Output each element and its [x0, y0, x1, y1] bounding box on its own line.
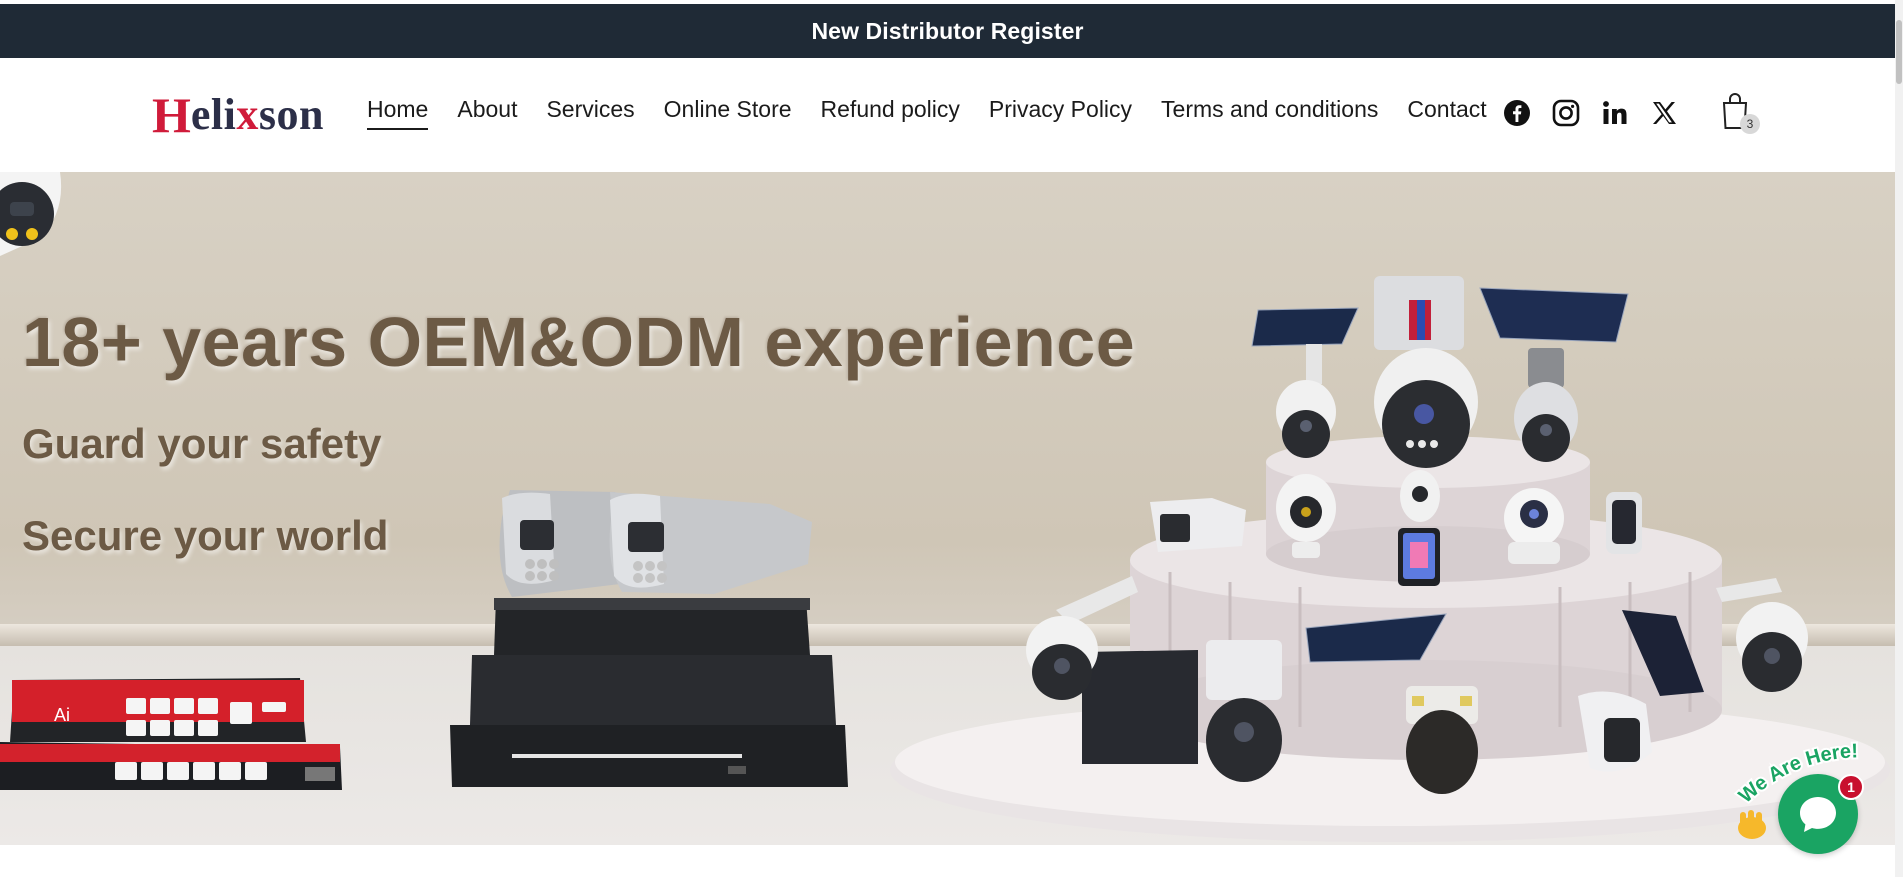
ptz-solar-camera-main [1374, 276, 1478, 468]
nav-services[interactable]: Services [546, 96, 634, 130]
logo-part-a: eli [190, 90, 237, 139]
nav-about[interactable]: About [457, 96, 517, 130]
new-distributor-register-link[interactable]: New Distributor Register [811, 18, 1083, 45]
hero-tagline-secure: Secure your world [22, 512, 389, 559]
nav-privacy-policy[interactable]: Privacy Policy [989, 96, 1132, 130]
chat-widget[interactable]: We Are Here! 1 [1726, 738, 1896, 858]
logo-part-b: son [258, 90, 324, 139]
waving-hand-icon [1738, 810, 1766, 839]
main-nav: Home About Services Online Store Refund … [367, 96, 1516, 130]
corner-dome-camera [0, 172, 62, 256]
nav-refund-policy[interactable]: Refund policy [821, 96, 960, 130]
chat-unread-badge: 1 [1838, 774, 1864, 800]
hero-banner: Ai 18+ years OEM&ODM experience Guard yo… [0, 172, 1895, 845]
social-links [1502, 98, 1698, 128]
site-header: H elixson Home About Services Online Sto… [0, 58, 1895, 172]
scrollbar-thumb[interactable] [1896, 20, 1902, 84]
linkedin-icon[interactable] [1600, 98, 1630, 128]
instagram-icon[interactable] [1551, 98, 1581, 128]
logo-wordmark: elixson [191, 93, 324, 137]
switch-ai-label: Ai [54, 705, 70, 725]
nav-contact[interactable]: Contact [1407, 96, 1486, 130]
nav-online-store[interactable]: Online Store [664, 96, 792, 130]
network-switch-upper: Ai [10, 678, 306, 742]
x-icon[interactable] [1649, 98, 1679, 128]
network-switch-lower [0, 742, 342, 790]
nvr-recorder-stack [450, 598, 848, 787]
logo-letter-h: H [152, 87, 191, 143]
chat-bubble-icon [1800, 797, 1836, 832]
hero-headline: 18+ years OEM&ODM experience [22, 303, 1136, 381]
hero-tagline-guard: Guard your safety [22, 420, 382, 467]
announcement-bar: New Distributor Register [0, 0, 1895, 58]
ptz-camera-left-top [1276, 344, 1336, 458]
nav-terms-and-conditions[interactable]: Terms and conditions [1161, 96, 1378, 130]
security-products-illustration: Ai [0, 172, 1890, 842]
helixson-logo[interactable]: H elixson [152, 88, 324, 142]
ptz-camera-right-top [1514, 348, 1578, 462]
cart-button[interactable]: 3 [1720, 92, 1760, 134]
bullet-camera-right [609, 492, 812, 594]
cart-count-badge: 3 [1740, 114, 1760, 134]
logo-part-x: x [236, 90, 259, 139]
page-scrollbar[interactable] [1895, 0, 1903, 877]
facebook-icon[interactable] [1502, 98, 1532, 128]
nav-home[interactable]: Home [367, 96, 429, 130]
